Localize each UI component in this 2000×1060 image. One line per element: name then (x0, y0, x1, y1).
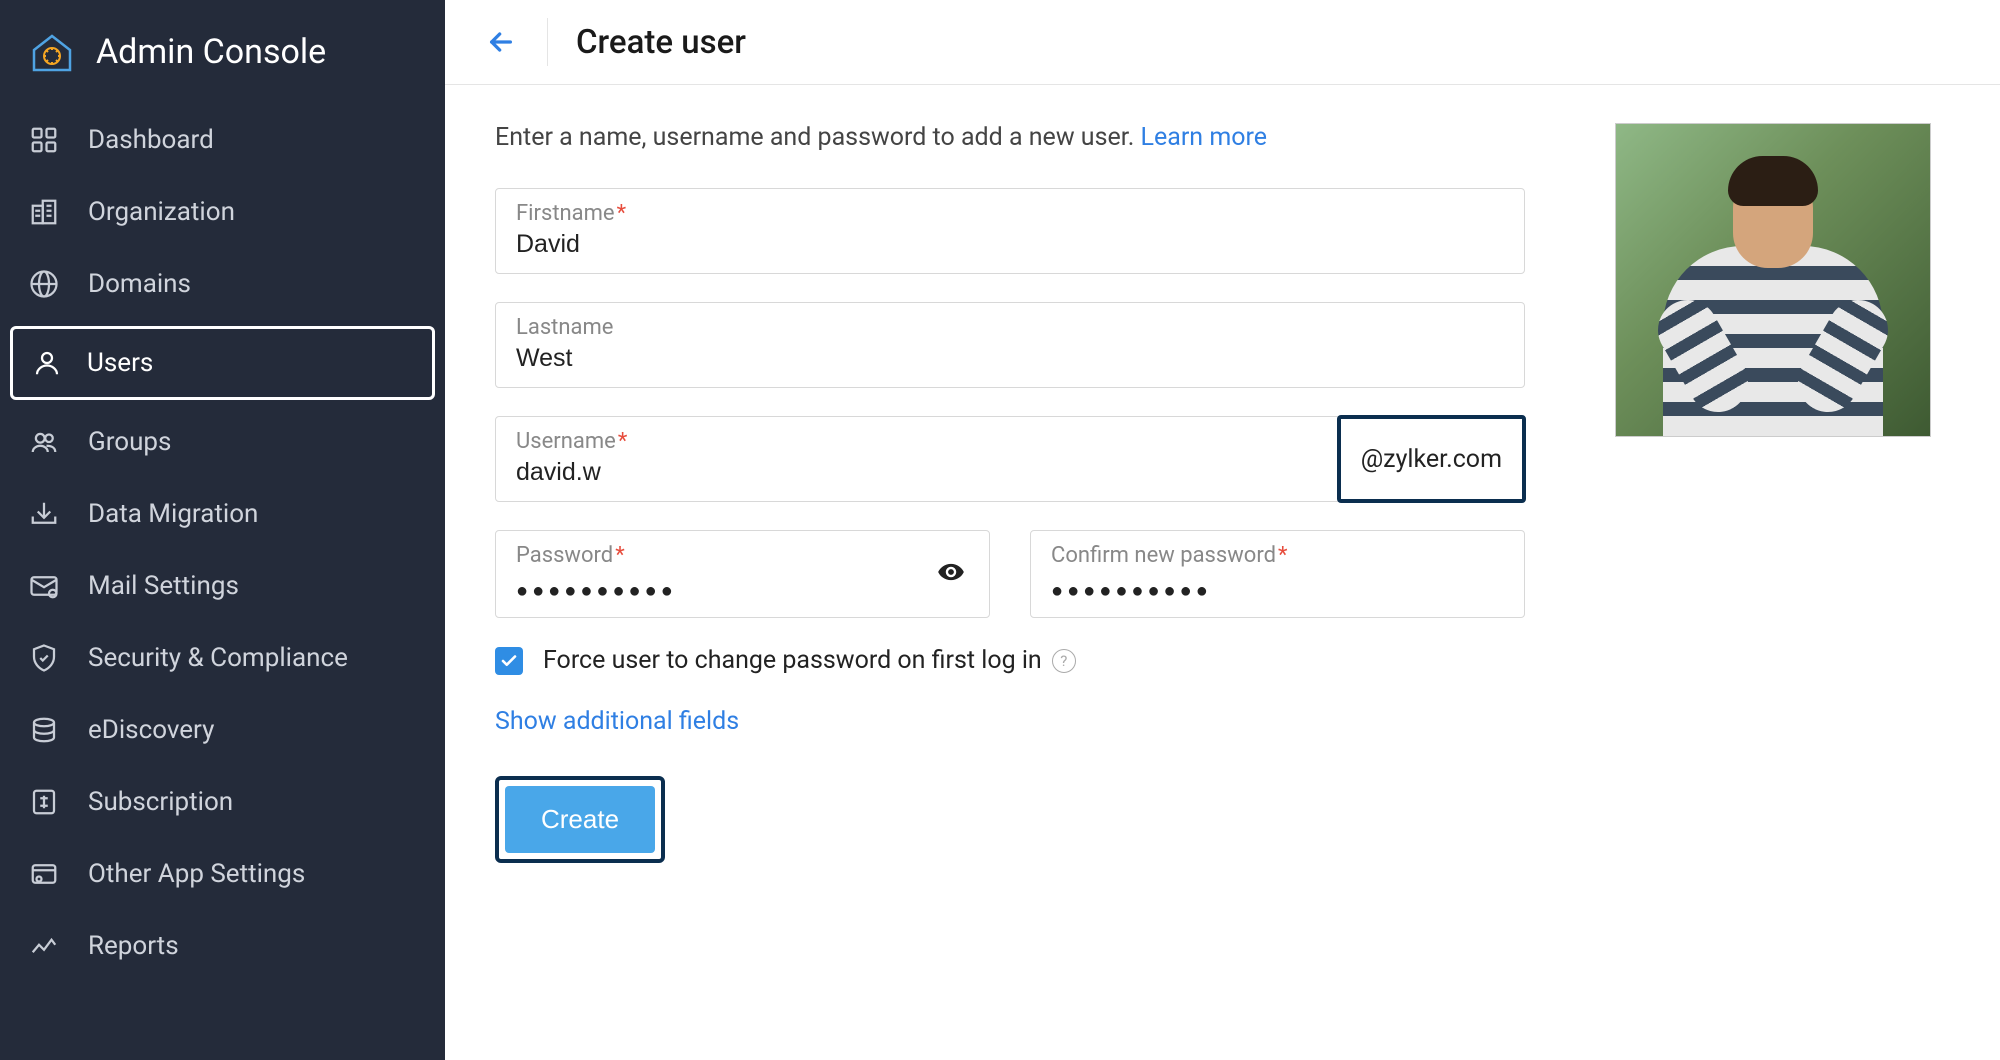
firstname-label: Firstname* (516, 201, 1504, 226)
confirm-password-value: ●●●●●●●●●● (1051, 572, 1504, 603)
app-settings-icon (28, 858, 60, 890)
form-area: Enter a name, username and password to a… (495, 123, 1525, 863)
user-avatar[interactable] (1615, 123, 1931, 437)
username-field[interactable]: Username* @zylker.com (495, 416, 1525, 502)
firstname-input[interactable] (516, 230, 1504, 259)
globe-icon (28, 268, 60, 300)
sidebar-item-label: Security & Compliance (88, 643, 348, 673)
username-input[interactable] (516, 458, 1317, 487)
sidebar-header: Admin Console (0, 12, 445, 104)
sidebar-item-label: Dashboard (88, 125, 214, 155)
sidebar-item-other-app-settings[interactable]: Other App Settings (0, 838, 445, 910)
create-button-highlight: Create (495, 776, 665, 863)
sidebar-item-groups[interactable]: Groups (0, 406, 445, 478)
sidebar-item-subscription[interactable]: Subscription (0, 766, 445, 838)
sidebar-item-security[interactable]: Security & Compliance (0, 622, 445, 694)
content: Enter a name, username and password to a… (445, 85, 2000, 901)
force-change-label-text: Force user to change password on first l… (543, 646, 1042, 675)
sidebar-item-label: Data Migration (88, 499, 258, 529)
sidebar-item-label: eDiscovery (88, 715, 214, 745)
domain-label: @zylker.com (1361, 445, 1502, 474)
required-marker: * (618, 429, 627, 454)
sidebar-title: Admin Console (96, 32, 326, 72)
create-button[interactable]: Create (505, 786, 655, 853)
sidebar-item-organization[interactable]: Organization (0, 176, 445, 248)
sidebar-item-label: Subscription (88, 787, 233, 817)
organization-icon (28, 196, 60, 228)
sidebar-item-label: Other App Settings (88, 859, 305, 889)
page-title: Create user (576, 23, 746, 62)
password-label: Password* (516, 543, 969, 568)
force-change-checkbox[interactable] (495, 647, 523, 675)
sidebar-item-dashboard[interactable]: Dashboard (0, 104, 445, 176)
lastname-field[interactable]: Lastname (495, 302, 1525, 388)
confirm-label-text: Confirm new password (1051, 543, 1276, 568)
sidebar-item-ediscovery[interactable]: eDiscovery (0, 694, 445, 766)
sidebar-item-label: Organization (88, 197, 235, 227)
sidebar-item-label: Domains (88, 269, 191, 299)
username-label-text: Username (516, 429, 616, 454)
shield-icon (28, 642, 60, 674)
sidebar-item-label: Groups (88, 427, 171, 457)
sidebar: Admin Console Dashboard Organization (0, 0, 445, 1060)
sidebar-nav: Dashboard Organization Domains (0, 104, 445, 982)
domain-selector[interactable]: @zylker.com (1337, 415, 1526, 503)
main: Create user Enter a name, username and p… (445, 0, 2000, 1060)
sidebar-item-users[interactable]: Users (10, 326, 435, 400)
topbar-divider (547, 18, 548, 66)
mail-settings-icon (28, 570, 60, 602)
required-marker: * (615, 543, 624, 568)
password-value: ●●●●●●●●●● (516, 572, 969, 603)
firstname-field[interactable]: Firstname* (495, 188, 1525, 274)
password-field[interactable]: Password* ●●●●●●●●●● (495, 530, 990, 618)
sidebar-item-label: Reports (88, 931, 179, 961)
sidebar-item-domains[interactable]: Domains (0, 248, 445, 320)
groups-icon (28, 426, 60, 458)
show-additional-fields-link[interactable]: Show additional fields (495, 707, 739, 736)
show-password-icon[interactable] (937, 558, 965, 590)
force-change-label: Force user to change password on first l… (543, 646, 1076, 675)
firstname-label-text: Firstname (516, 201, 615, 226)
password-label-text: Password (516, 543, 613, 568)
reports-icon (28, 930, 60, 962)
sidebar-item-reports[interactable]: Reports (0, 910, 445, 982)
confirm-password-field[interactable]: Confirm new password* ●●●●●●●●●● (1030, 530, 1525, 618)
lastname-input[interactable] (516, 344, 1504, 373)
admin-logo-icon (28, 28, 76, 76)
topbar: Create user (445, 0, 2000, 85)
user-icon (31, 347, 63, 379)
learn-more-link[interactable]: Learn more (1141, 123, 1267, 152)
avatar-area (1615, 123, 1931, 863)
sidebar-item-label: Mail Settings (88, 571, 239, 601)
help-icon[interactable]: ? (1052, 649, 1076, 673)
sidebar-item-label: Users (87, 348, 153, 378)
required-marker: * (1278, 543, 1287, 568)
back-button[interactable] (483, 24, 519, 60)
migration-icon (28, 498, 60, 530)
lastname-label: Lastname (516, 315, 1504, 340)
confirm-password-label: Confirm new password* (1051, 543, 1504, 568)
sidebar-item-data-migration[interactable]: Data Migration (0, 478, 445, 550)
intro-text: Enter a name, username and password to a… (495, 123, 1525, 152)
sidebar-item-mail-settings[interactable]: Mail Settings (0, 550, 445, 622)
force-change-row: Force user to change password on first l… (495, 646, 1525, 675)
dashboard-icon (28, 124, 60, 156)
ediscovery-icon (28, 714, 60, 746)
required-marker: * (617, 201, 626, 226)
password-row: Password* ●●●●●●●●●● Confirm new passwor… (495, 530, 1525, 618)
username-label: Username* (516, 429, 1317, 454)
subscription-icon (28, 786, 60, 818)
intro-label: Enter a name, username and password to a… (495, 123, 1141, 152)
